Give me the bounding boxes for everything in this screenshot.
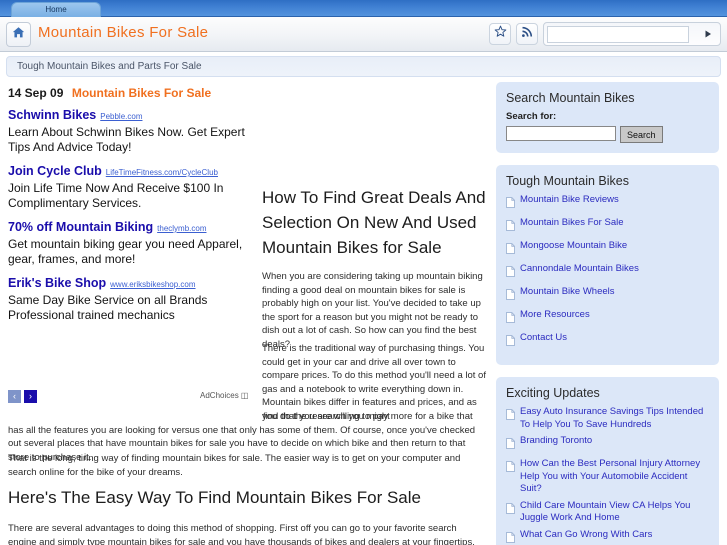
rss-feed-button[interactable]: [516, 23, 538, 45]
document-icon: [506, 195, 515, 213]
site-tagline: Tough Mountain Bikes and Parts For Sale: [6, 56, 721, 77]
ad-item: Erik's Bike Shop www.eriksbikeshop.com Sa…: [8, 274, 250, 323]
browser-tab-label: Home: [45, 5, 67, 14]
ad-next-button[interactable]: ›: [24, 390, 37, 403]
ad-url-link[interactable]: Pebble.com: [100, 112, 142, 121]
article-paragraph-4: That is the long, tiring way of finding …: [8, 453, 461, 478]
bookmark-button[interactable]: [489, 23, 511, 45]
list-item[interactable]: How Can the Best Personal Injury Attorne…: [506, 458, 709, 496]
sidebar: Search Mountain Bikes Search for: Search…: [490, 80, 727, 545]
ad-url-link[interactable]: theclymb.com: [157, 224, 206, 233]
sidebar-link[interactable]: Contact Us: [520, 332, 567, 345]
home-button[interactable]: [6, 22, 31, 47]
document-icon: [506, 436, 515, 454]
search-go-button[interactable]: [700, 27, 716, 43]
update-link[interactable]: What Can Go Wrong With Cars: [520, 529, 652, 542]
widget-title: Exciting Updates: [506, 386, 600, 400]
sidebar-link[interactable]: Mountain Bike Wheels: [520, 286, 615, 299]
search-row: Search: [506, 126, 709, 143]
ad-item: Schwinn Bikes Pebble.com Learn About Schw…: [8, 106, 250, 155]
home-icon: [12, 26, 25, 44]
update-link[interactable]: Child Care Mountain View CA Helps You Ju…: [520, 500, 709, 525]
ad-title-link[interactable]: Join Cycle Club: [8, 164, 102, 178]
article-paragraph-1: When you are considering taking up mount…: [262, 271, 483, 350]
sidebar-link-list: Mountain Bike Reviews Mountain Bikes For…: [506, 194, 709, 351]
ad-title-link[interactable]: Erik's Bike Shop: [8, 276, 106, 290]
list-item[interactable]: Easy Auto Insurance Savings Tips Intende…: [506, 406, 709, 431]
list-item[interactable]: Mongoose Mountain Bike: [506, 240, 709, 259]
ad-description: Get mountain biking gear you need Appare…: [8, 237, 243, 266]
browser-search-box[interactable]: [543, 22, 721, 46]
post-title-link[interactable]: Mountain Bikes For Sale: [72, 86, 211, 100]
update-link[interactable]: Easy Auto Insurance Savings Tips Intende…: [520, 406, 709, 431]
search-label: Search for:: [506, 111, 557, 122]
document-icon: [506, 459, 515, 477]
sidebar-link[interactable]: Cannondale Mountain Bikes: [520, 263, 639, 276]
update-link[interactable]: Branding Toronto: [520, 435, 592, 448]
browser-tab-home[interactable]: Home: [11, 2, 101, 17]
widget-tough-mountain-bikes: Tough Mountain Bikes Mountain Bike Revie…: [496, 165, 719, 365]
list-item[interactable]: Contact Us: [506, 332, 709, 351]
ad-block-top: Schwinn Bikes Pebble.com Learn About Schw…: [8, 106, 250, 330]
list-item[interactable]: Child Care Mountain View CA Helps You Ju…: [506, 500, 709, 525]
search-button[interactable]: Search: [620, 126, 663, 143]
document-icon: [506, 310, 515, 328]
tagline-bar: Tough Mountain Bikes and Parts For Sale: [0, 52, 727, 80]
adchoices-link[interactable]: AdChoices ◫: [200, 391, 248, 400]
search-input[interactable]: [506, 126, 616, 141]
document-icon: [506, 287, 515, 305]
widget-title: Search Mountain Bikes: [506, 91, 635, 105]
document-icon: [506, 407, 515, 425]
list-item[interactable]: Mountain Bikes For Sale: [506, 217, 709, 236]
ad-url-link[interactable]: www.eriksbikeshop.com: [110, 280, 195, 289]
article-heading: How To Find Great Deals And Selection On…: [262, 188, 486, 257]
list-item[interactable]: More Resources: [506, 309, 709, 328]
ad-title-link[interactable]: 70% off Mountain Biking: [8, 220, 153, 234]
sidebar-link[interactable]: Mountain Bike Reviews: [520, 194, 619, 207]
adchoices-label: AdChoices: [200, 391, 239, 400]
ad-url-link[interactable]: LifeTimeFitness.com/CycleClub: [106, 168, 218, 177]
ad-description: Learn About Schwinn Bikes Now. Get Exper…: [8, 125, 245, 154]
article-subheading: Here's The Easy Way To Find Mountain Bik…: [8, 488, 421, 507]
play-arrow-icon: [703, 26, 713, 44]
update-link[interactable]: How Can the Best Personal Injury Attorne…: [520, 458, 709, 496]
document-icon: [506, 264, 515, 282]
browser-search-input[interactable]: [547, 26, 689, 43]
browser-toolbar: Mountain Bikes For Sale: [0, 17, 727, 52]
main-content-column: 14 Sep 09 Mountain Bikes For Sale Schwin…: [0, 80, 487, 545]
list-item[interactable]: Branding Toronto: [506, 435, 709, 454]
document-icon: [506, 218, 515, 236]
page-title: Mountain Bikes For Sale: [38, 24, 209, 41]
browser-tab-strip: Home: [0, 0, 727, 17]
document-icon: [506, 501, 515, 519]
widget-search: Search Mountain Bikes Search for: Search: [496, 82, 719, 153]
ad-description: Join Life Time Now And Receive $100 In C…: [8, 181, 224, 210]
document-icon: [506, 333, 515, 351]
document-icon: [506, 530, 515, 545]
list-item[interactable]: Mountain Bike Reviews: [506, 194, 709, 213]
star-icon: [494, 25, 507, 43]
updates-link-list: Easy Auto Insurance Savings Tips Intende…: [506, 406, 709, 545]
sidebar-link[interactable]: Mongoose Mountain Bike: [520, 240, 627, 253]
rss-icon: [521, 25, 533, 43]
page-body: 14 Sep 09 Mountain Bikes For Sale Schwin…: [0, 80, 727, 545]
ad-item: Join Cycle Club LifeTimeFitness.com/Cycle…: [8, 162, 250, 211]
list-item[interactable]: What Can Go Wrong With Cars: [506, 529, 709, 545]
ad-pagination: ‹ ›: [8, 390, 37, 403]
ad-title-link[interactable]: Schwinn Bikes: [8, 108, 96, 122]
ad-item: 70% off Mountain Biking theclymb.com Get …: [8, 218, 250, 267]
sidebar-link[interactable]: Mountain Bikes For Sale: [520, 217, 624, 230]
adchoices-triangle-icon: ◫: [240, 391, 249, 400]
list-item[interactable]: Mountain Bike Wheels: [506, 286, 709, 305]
post-header: 14 Sep 09 Mountain Bikes For Sale: [8, 84, 479, 102]
article-paragraph-5: There are several advantages to doing th…: [8, 523, 475, 545]
ad-description: Same Day Bike Service on all Brands Prof…: [8, 293, 208, 322]
list-item[interactable]: Cannondale Mountain Bikes: [506, 263, 709, 282]
sidebar-link[interactable]: More Resources: [520, 309, 590, 322]
post-date: 14 Sep 09: [8, 86, 64, 100]
ad-prev-button[interactable]: ‹: [8, 390, 21, 403]
widget-title: Tough Mountain Bikes: [506, 174, 629, 188]
widget-exciting-updates: Exciting Updates Easy Auto Insurance Sav…: [496, 377, 719, 545]
document-icon: [506, 241, 515, 259]
